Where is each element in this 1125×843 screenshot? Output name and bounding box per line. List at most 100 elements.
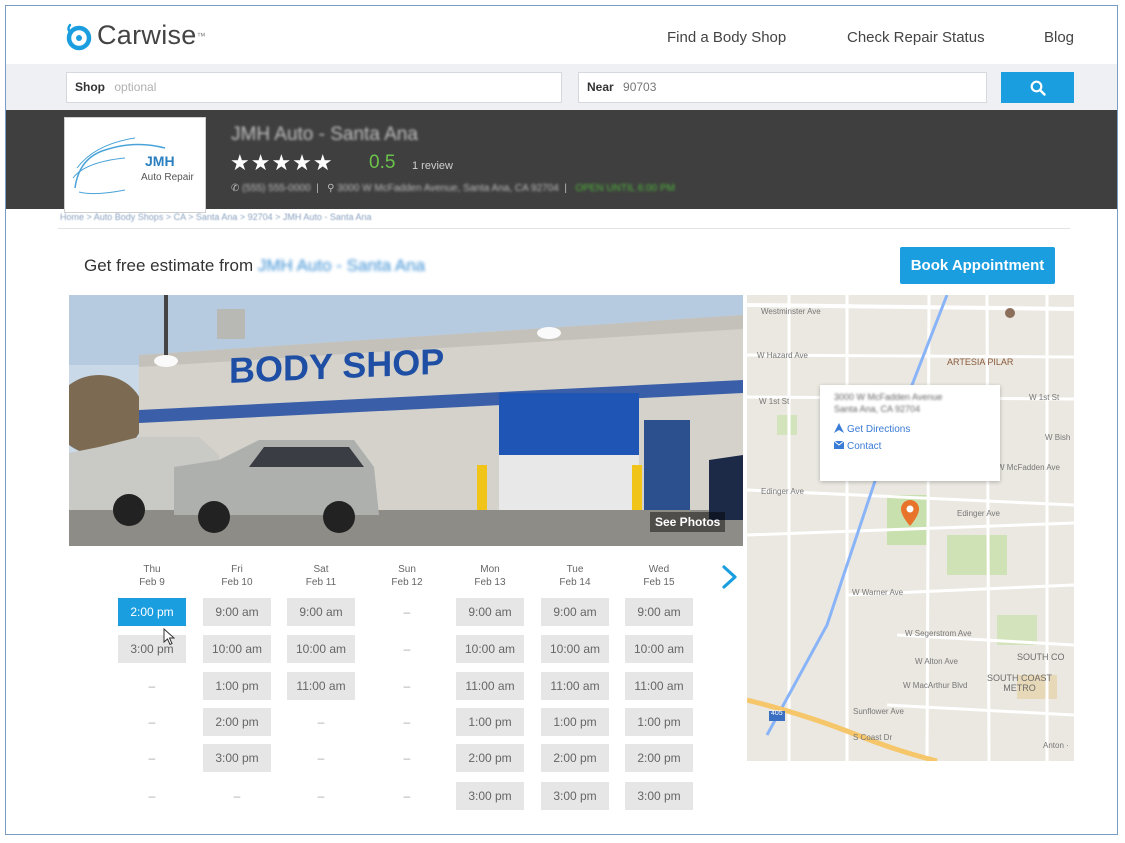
slot-unavailable: – xyxy=(148,715,156,729)
time-slot-button[interactable]: 10:00 am xyxy=(541,635,609,663)
map-label-edinger: Edinger Ave xyxy=(761,487,804,496)
get-directions-link[interactable]: Get Directions xyxy=(834,423,910,436)
time-slot-button[interactable]: 9:00 am xyxy=(203,598,271,626)
map-label-segerstrom: W Segerstrom Ave xyxy=(905,629,972,638)
carwise-logo-icon xyxy=(64,21,94,51)
day-date: Feb 11 xyxy=(305,577,337,588)
map-highway-shield: 405 xyxy=(771,710,783,717)
time-slot-button[interactable]: 2:00 pm xyxy=(625,744,693,772)
rating-value: 0.5 xyxy=(369,152,396,173)
next-days-button[interactable] xyxy=(716,562,742,592)
shop-info-line: ✆ (555) 555-0000 | ⚲ 3000 W McFadden Ave… xyxy=(231,183,675,194)
time-slot-button[interactable]: 10:00 am xyxy=(625,635,693,663)
map-label-first-st: W 1st St xyxy=(759,397,790,406)
day-of-week: Mon xyxy=(480,564,500,575)
map-label-first-st-right: W 1st St xyxy=(1029,393,1060,402)
nav-find-body-shop[interactable]: Find a Body Shop xyxy=(667,29,786,46)
time-slot-button[interactable]: 10:00 am xyxy=(456,635,524,663)
time-slot-button[interactable]: 3:00 pm xyxy=(625,782,693,810)
shop-placeholder: optional xyxy=(114,80,157,94)
slot-unavailable: – xyxy=(317,789,325,803)
shop-search-input[interactable]: Shop optional xyxy=(66,72,562,103)
get-directions-label: Get Directions xyxy=(847,424,911,435)
map-label-westminster: Westminster Ave xyxy=(761,307,821,316)
shop-logo-line1: JMH xyxy=(145,153,175,169)
breadcrumb[interactable]: Home > Auto Body Shops > CA > Santa Ana … xyxy=(60,212,371,222)
slot-unavailable: – xyxy=(403,715,411,729)
time-slot-button[interactable]: 9:00 am xyxy=(541,598,609,626)
time-slot-button[interactable]: 11:00 am xyxy=(287,672,355,700)
time-slot-button[interactable]: 11:00 am xyxy=(541,672,609,700)
day-header: Sat Feb 11 xyxy=(286,563,356,589)
map-label-artesia: ARTESIA PILAR xyxy=(947,357,1014,367)
time-slot-button[interactable]: 9:00 am xyxy=(456,598,524,626)
time-slot-button[interactable]: 3:00 pm xyxy=(203,744,271,772)
time-slot-button[interactable]: 2:00 pm xyxy=(456,744,524,772)
time-slot-button[interactable]: 10:00 am xyxy=(203,635,271,663)
nav-blog[interactable]: Blog xyxy=(1044,29,1074,46)
map-location-pin-icon[interactable] xyxy=(901,500,919,531)
phone-icon: ✆ xyxy=(231,183,240,194)
day-of-week: Fri xyxy=(231,564,243,575)
search-button[interactable] xyxy=(1001,72,1074,103)
day-of-week: Tue xyxy=(566,564,584,575)
time-slot-button[interactable]: 1:00 pm xyxy=(203,672,271,700)
mouse-cursor-icon xyxy=(163,627,176,651)
contact-link[interactable]: Contact xyxy=(833,440,882,452)
rating-stars: ★★★★★ xyxy=(230,150,334,175)
time-slot-button[interactable]: 9:00 am xyxy=(287,598,355,626)
book-appointment-button[interactable]: Book Appointment xyxy=(900,247,1055,284)
time-slot-button[interactable]: 2:00 pm xyxy=(541,744,609,772)
time-slot-button[interactable]: 1:00 pm xyxy=(625,708,693,736)
map-label-bish: W Bish xyxy=(1045,433,1071,442)
logo-trademark: ™ xyxy=(196,30,206,41)
time-slot-button[interactable]: 3:00 pm xyxy=(456,782,524,810)
nav-check-repair-status[interactable]: Check Repair Status xyxy=(847,29,985,46)
shop-banner: JMH Auto Repair JMH Auto - Santa Ana ★★★… xyxy=(6,110,1117,213)
time-slot-button[interactable]: 1:00 pm xyxy=(456,708,524,736)
envelope-icon xyxy=(833,440,845,452)
day-date: Feb 13 xyxy=(474,577,506,588)
day-date: Feb 10 xyxy=(221,577,253,588)
slot-unavailable: – xyxy=(317,751,325,765)
shop-photo[interactable]: BODY SHOP xyxy=(69,295,743,546)
time-slot-button[interactable]: 11:00 am xyxy=(625,672,693,700)
day-of-week: Thu xyxy=(143,564,161,575)
separator: | xyxy=(561,183,573,194)
slot-unavailable: – xyxy=(148,679,156,693)
time-slot-button[interactable]: 1:00 pm xyxy=(541,708,609,736)
slot-unavailable: – xyxy=(233,789,241,803)
day-of-week: Wed xyxy=(648,564,670,575)
shop-name: JMH Auto - Santa Ana xyxy=(231,124,418,145)
time-slot-button[interactable]: 2:00 pm xyxy=(203,708,271,736)
time-slot-button[interactable]: 11:00 am xyxy=(456,672,524,700)
shop-label: Shop xyxy=(75,80,105,94)
search-icon xyxy=(1030,80,1046,96)
search-bar: Shop optional Near 90703 xyxy=(6,64,1117,110)
time-slot-button[interactable]: 9:00 am xyxy=(625,598,693,626)
site-header: Carwise ™ Find a Body Shop Check Repair … xyxy=(6,6,1117,72)
popup-address-line2: Santa Ana, CA 92704 xyxy=(834,404,921,414)
slot-unavailable: – xyxy=(148,789,156,803)
review-count[interactable]: 1 review xyxy=(412,160,453,172)
chevron-right-icon xyxy=(722,565,737,589)
map-label-macarthur: W MacArthur Blvd xyxy=(903,681,968,690)
estimate-heading: Get free estimate from JMH Auto - Santa … xyxy=(84,256,425,276)
day-header: Tue Feb 14 xyxy=(540,563,610,589)
carwise-logo[interactable]: Carwise ™ xyxy=(64,20,206,51)
popup-address-line1: 3000 W McFadden Avenue xyxy=(834,392,943,402)
see-photos-button[interactable]: See Photos xyxy=(650,512,726,532)
time-slot-button[interactable]: 3:00 pm xyxy=(541,782,609,810)
slot-unavailable: – xyxy=(317,715,325,729)
contact-label: Contact xyxy=(847,441,882,452)
slot-unavailable: – xyxy=(148,751,156,765)
day-of-week: Sat xyxy=(313,564,329,575)
near-location-input[interactable]: Near 90703 xyxy=(578,72,987,103)
separator: | xyxy=(313,183,325,194)
time-slot-button[interactable]: 2:00 pm xyxy=(118,598,186,626)
time-slot-button[interactable]: 3:00 pm xyxy=(118,635,186,663)
shop-phone[interactable]: (555) 555-0000 xyxy=(242,183,310,194)
map-label-alton: W Alton Ave xyxy=(915,657,958,666)
time-slot-button[interactable]: 10:00 am xyxy=(287,635,355,663)
near-value: 90703 xyxy=(623,80,657,94)
